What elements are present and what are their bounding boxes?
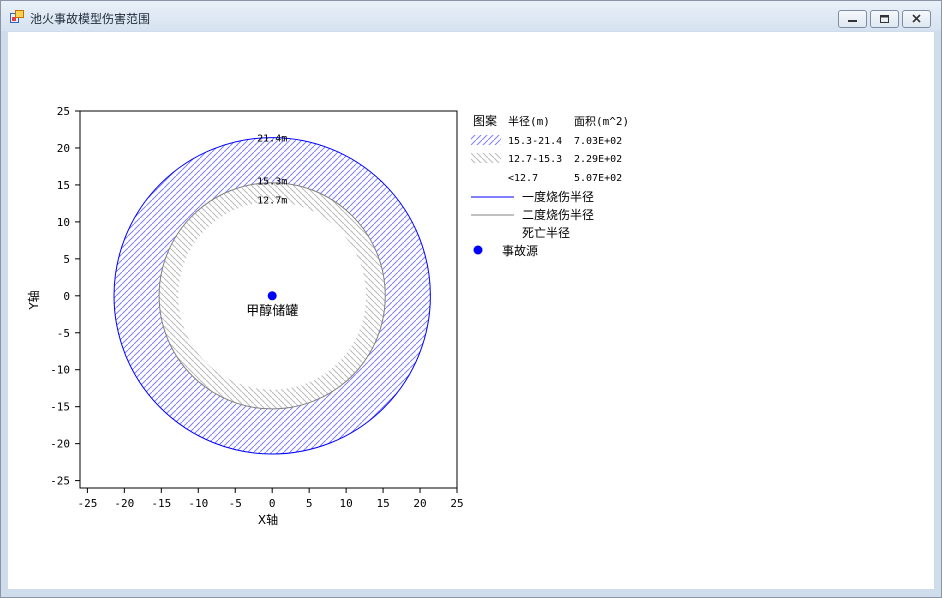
y-tick-label: -25 xyxy=(50,475,70,488)
y-tick-label: -15 xyxy=(50,401,70,414)
x-axis-label: X轴 xyxy=(258,512,278,527)
x-tick-label: -15 xyxy=(151,497,171,510)
y-axis-label: Y轴 xyxy=(26,290,41,310)
window: 池火事故模型伤害范围 21.4m 15.3m 12.7m 甲醇储罐 -25 -2… xyxy=(0,0,942,598)
outer-radius-label: 21.4m xyxy=(257,134,287,145)
x-tick-label: 15 xyxy=(376,497,389,510)
legend-header-radius: 半径(m) xyxy=(508,114,550,128)
legend-row-1-range: 15.3-21.4 xyxy=(508,136,562,147)
accident-source-label: 甲醇储罐 xyxy=(246,303,298,319)
x-tick-label: -25 xyxy=(77,497,97,510)
x-tick-label: 10 xyxy=(339,497,352,510)
legend-row-2-area: 2.29E+02 xyxy=(574,154,622,165)
y-tick-label: -20 xyxy=(50,438,70,451)
x-tick-label: 25 xyxy=(450,497,463,510)
y-tick-label: 10 xyxy=(57,216,70,229)
legend-header-pattern: 图案 xyxy=(473,113,497,128)
x-axis-ticks: -25 -20 -15 -10 -5 0 5 10 15 20 25 xyxy=(77,488,464,510)
legend-swatch-middle xyxy=(471,153,501,163)
x-tick-label: 0 xyxy=(269,497,276,510)
x-tick-label: 5 xyxy=(306,497,313,510)
x-tick-label: 20 xyxy=(413,497,426,510)
legend-row-2-range: 12.7-15.3 xyxy=(508,154,562,165)
y-axis-ticks: -25 -20 -15 -10 -5 0 5 10 15 20 25 xyxy=(50,105,80,488)
y-tick-label: 15 xyxy=(57,179,70,192)
restore-icon xyxy=(880,15,889,23)
client-area: 21.4m 15.3m 12.7m 甲醇储罐 -25 -20 -15 -10 -5 0 5 1… xyxy=(8,32,934,589)
legend-source-label: 事故源 xyxy=(502,243,538,258)
pool-fire-chart: 21.4m 15.3m 12.7m 甲醇储罐 -25 -20 -15 -10 -5 0 5 1… xyxy=(26,105,629,527)
minimize-icon xyxy=(848,20,857,22)
legend: 图案 半径(m) 面积(m^2) 15.3-21.4 7.03E+02 12.7… xyxy=(471,113,629,258)
legend-first-degree-label: 一度烧伤半径 xyxy=(522,189,594,204)
legend-swatch-outer xyxy=(471,135,501,145)
x-tick-label: -5 xyxy=(229,497,242,510)
app-icon xyxy=(10,10,24,23)
legend-second-degree-label: 二度烧伤半径 xyxy=(522,207,594,222)
y-tick-label: 20 xyxy=(57,142,70,155)
title-bar[interactable]: 池火事故模型伤害范围 xyxy=(1,1,941,31)
y-tick-label: 25 xyxy=(57,105,70,118)
legend-row-3-area: 5.07E+02 xyxy=(574,173,622,184)
x-tick-label: -10 xyxy=(188,497,208,510)
legend-row-1-area: 7.03E+02 xyxy=(574,136,622,147)
legend-header-area: 面积(m^2) xyxy=(574,115,629,128)
y-tick-label: 5 xyxy=(63,253,70,266)
y-tick-label: -5 xyxy=(57,327,70,340)
x-tick-label: -20 xyxy=(114,497,134,510)
accident-source-point xyxy=(267,291,277,301)
maximize-button[interactable] xyxy=(870,10,899,28)
close-icon xyxy=(912,14,921,23)
close-button[interactable] xyxy=(902,10,931,28)
y-tick-label: -10 xyxy=(50,364,70,377)
y-tick-label: 0 xyxy=(63,290,70,303)
inner-radius-label: 12.7m xyxy=(257,196,287,207)
minimize-button[interactable] xyxy=(838,10,867,28)
legend-row-3-range: <12.7 xyxy=(508,173,538,184)
window-title: 池火事故模型伤害范围 xyxy=(30,12,151,26)
middle-radius-label: 15.3m xyxy=(257,177,287,188)
legend-source-marker xyxy=(473,245,483,255)
plot-area: 21.4m 15.3m 12.7m 甲醇储罐 xyxy=(79,110,458,489)
legend-death-radius-label: 死亡半径 xyxy=(522,226,570,240)
